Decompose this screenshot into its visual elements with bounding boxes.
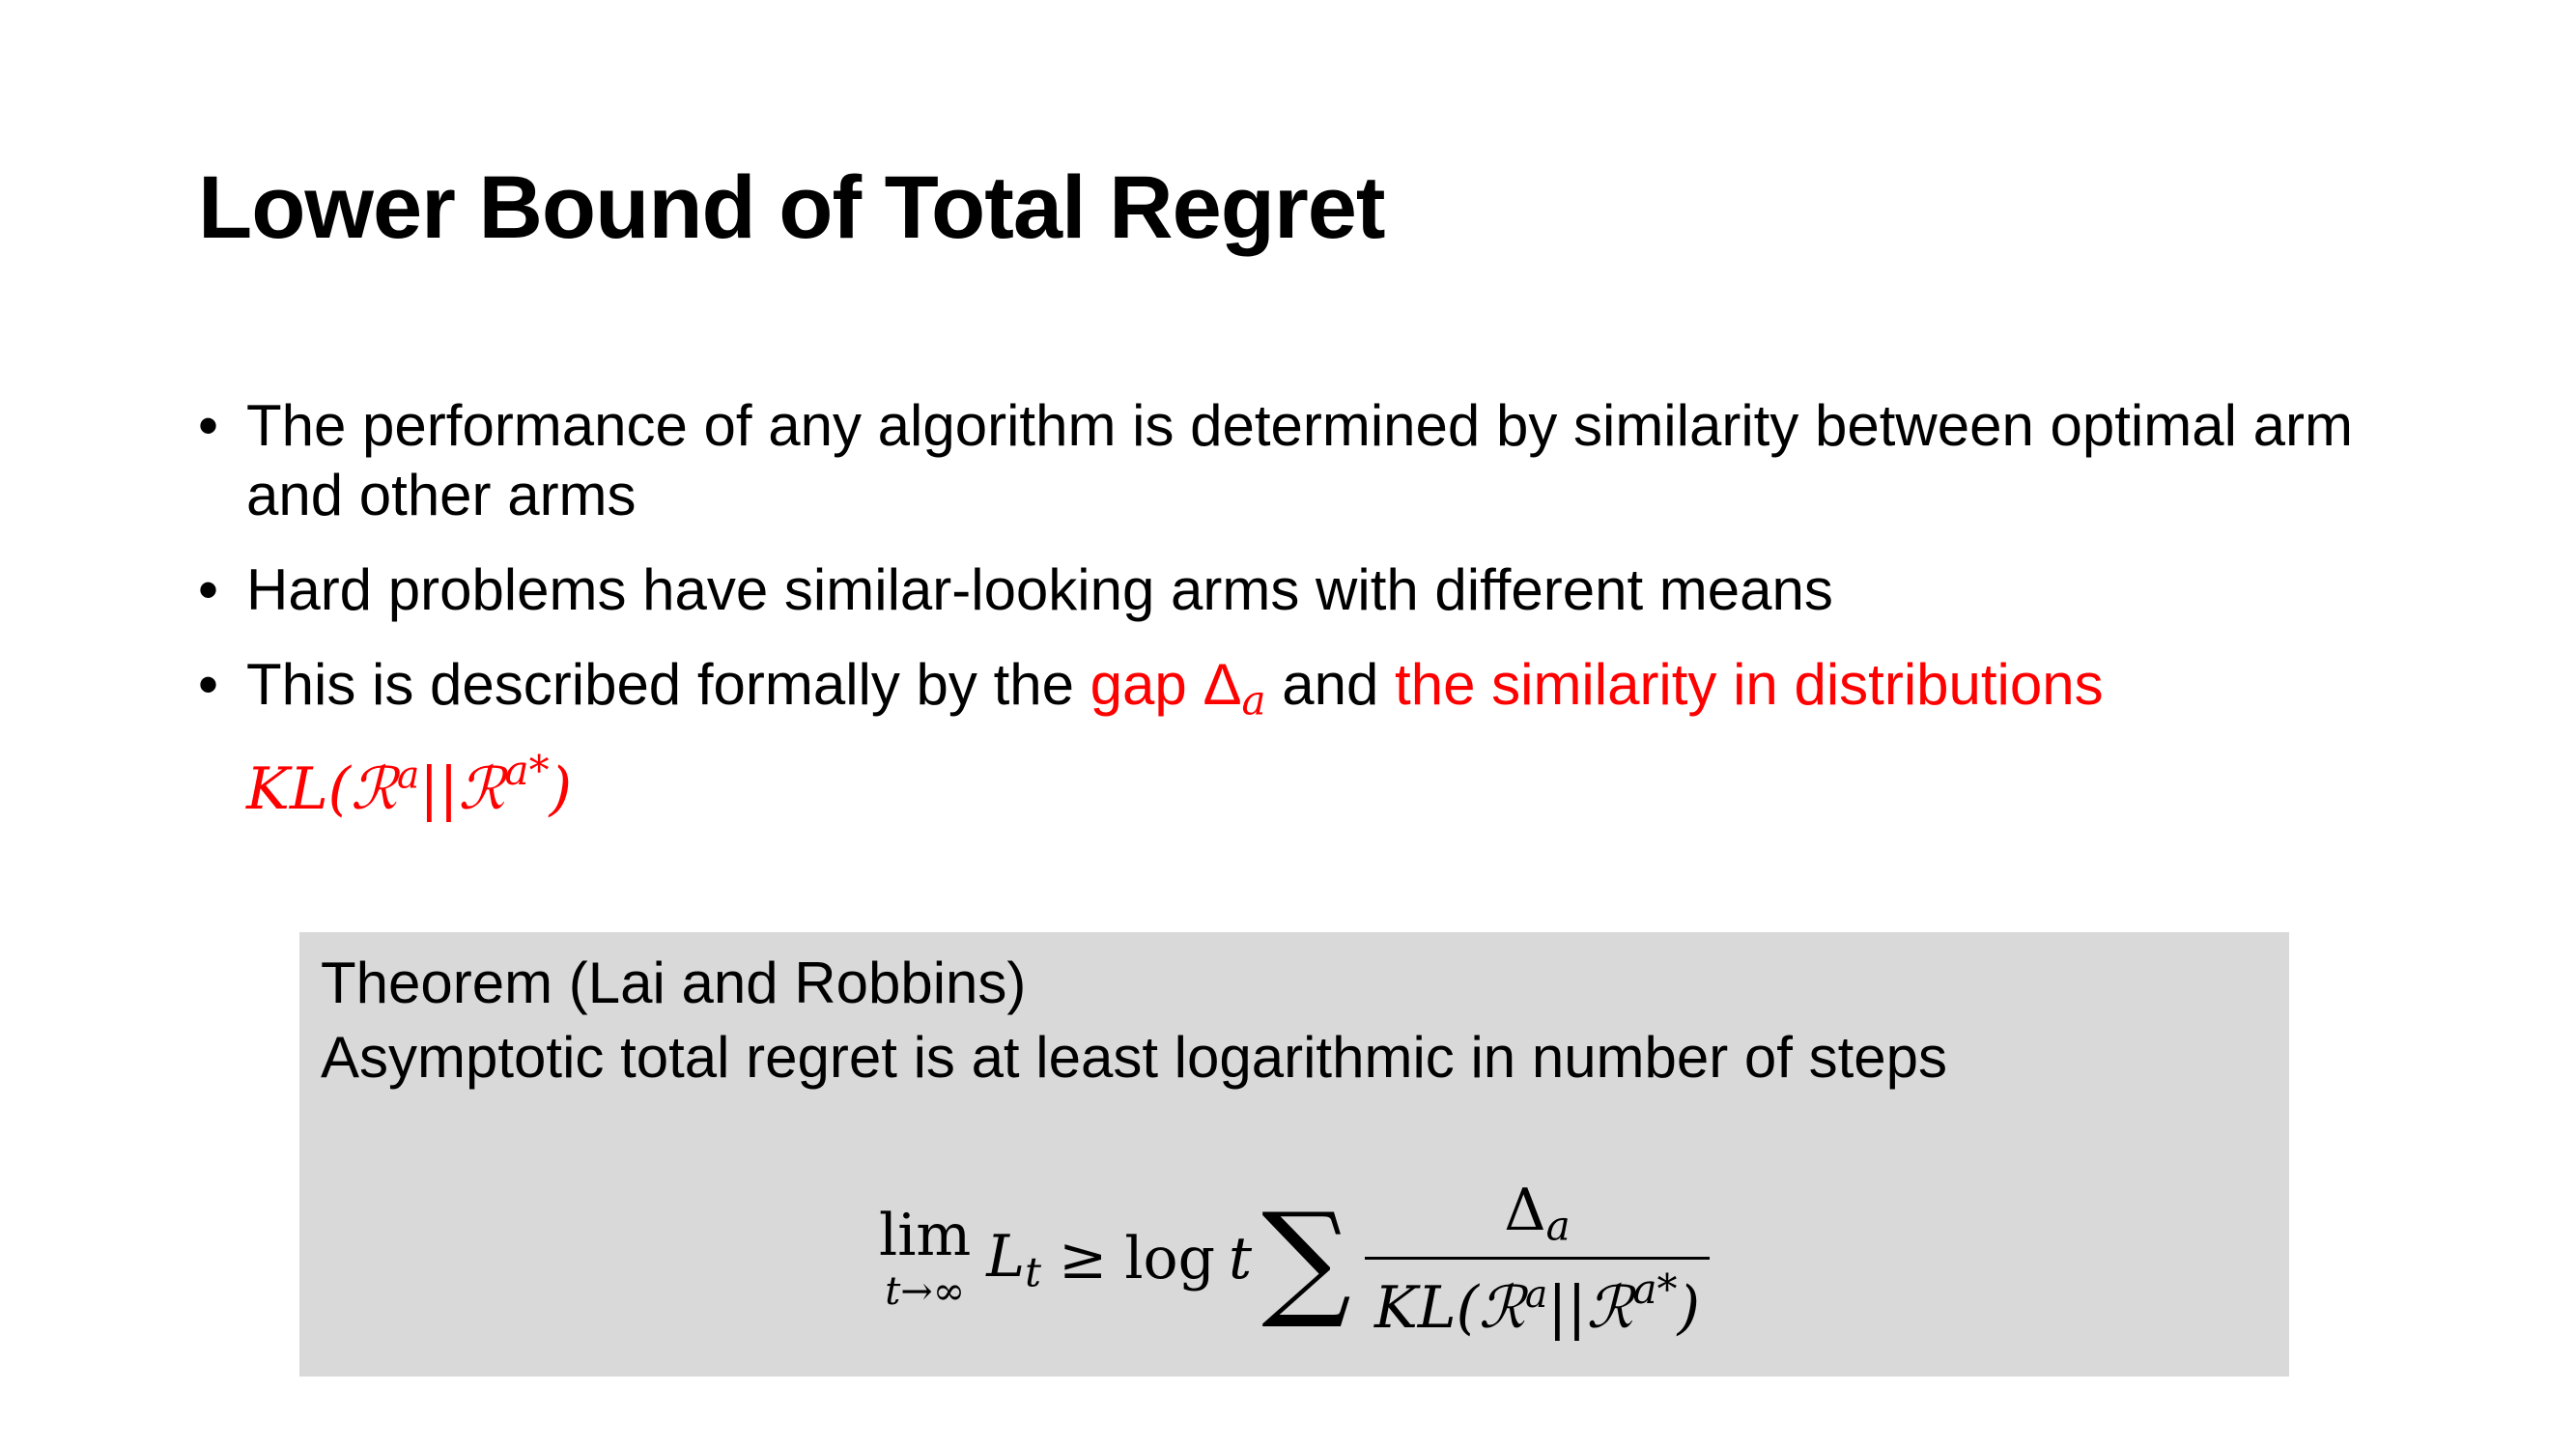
fraction-numerator: Δa [1504, 1177, 1571, 1250]
time-variable: t [1229, 1225, 1253, 1293]
gap-label: gap Δa [1090, 652, 1266, 724]
gap-symbol: Δ [1203, 652, 1242, 717]
bullet-item: • This is described formally by the gap … [198, 650, 2449, 824]
bullet-text-prefix: This is described formally by the [246, 652, 1090, 717]
gap-subscript: a [1241, 676, 1266, 724]
bullet-item: • Hard problems have similar-looking arm… [198, 555, 2449, 625]
bullet-text: Hard problems have similar-looking arms … [246, 557, 1833, 622]
bullet-item: • The performance of any algorithm is de… [198, 391, 2449, 530]
regret-lower-bound-formula: lim t→∞ Lt ≥ log t ∑ Δa KL(ℛa||ℛa*) [299, 1179, 2289, 1340]
fraction-denominator: KL(ℛa||ℛa*) [1364, 1256, 1710, 1340]
regret-symbol: Lt [986, 1222, 1042, 1296]
bullet-list: • The performance of any algorithm is de… [198, 391, 2449, 824]
fraction: Δa KL(ℛa||ℛa*) [1364, 1177, 1710, 1340]
limit-subscript: t→∞ [885, 1269, 966, 1315]
limit-operator: lim t→∞ [879, 1202, 972, 1315]
log-operator: log [1124, 1225, 1216, 1293]
bullet-dot: • [198, 557, 219, 622]
kl-divergence-expression: KL(ℛa||ℛa*) [246, 746, 572, 823]
slide-title: Lower Bound of Total Regret [198, 158, 1386, 257]
bullet-text: The performance of any algorithm is dete… [246, 393, 2353, 527]
slide: Lower Bound of Total Regret • The perfor… [0, 0, 2576, 1449]
similarity-label: the similarity in distributions [1395, 652, 2104, 717]
theorem-box: Theorem (Lai and Robbins) Asymptotic tot… [299, 932, 2289, 1377]
geq-symbol: ≥ [1059, 1225, 1108, 1293]
theorem-heading: Theorem (Lai and Robbins) [321, 951, 1027, 1015]
bullet-dot: • [198, 652, 219, 717]
bullet-text-middle: and [1265, 652, 1396, 717]
theorem-statement: Asymptotic total regret is at least loga… [321, 1025, 1948, 1090]
bullet-dot: • [198, 393, 219, 458]
sum-symbol: ∑ [1261, 1185, 1351, 1333]
